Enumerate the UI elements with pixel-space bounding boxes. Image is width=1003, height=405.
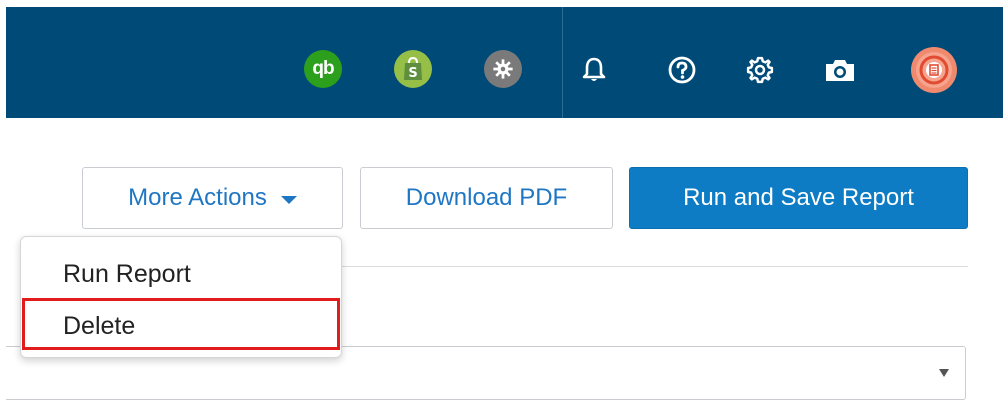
app-settings-icon[interactable]: [484, 50, 522, 88]
section-divider: [340, 266, 968, 267]
help-shape: [668, 56, 696, 84]
run-and-save-report-button[interactable]: Run and Save Report: [629, 167, 968, 229]
bell-icon[interactable]: [577, 53, 611, 87]
svg-text:S: S: [408, 66, 417, 81]
download-pdf-button[interactable]: Download PDF: [360, 167, 613, 229]
shopify-bag-shape: S: [404, 56, 422, 81]
shopify-icon[interactable]: S: [394, 50, 432, 88]
quickbooks-icon-glyph: qb: [312, 58, 334, 79]
avatar-logo-shape: [916, 52, 952, 88]
delete-highlight-box: [22, 298, 340, 350]
download-pdf-label: Download PDF: [405, 184, 568, 211]
run-and-save-report-label: Run and Save Report: [683, 184, 914, 211]
topbar-divider: [562, 7, 563, 118]
camera-icon[interactable]: [823, 53, 857, 87]
help-icon[interactable]: [665, 53, 699, 87]
chevron-down-icon: [280, 195, 297, 204]
menu-item-label: Run Report: [63, 259, 191, 288]
cog-shape: [493, 59, 513, 79]
user-avatar-icon[interactable]: [911, 47, 957, 93]
more-actions-label: More Actions: [128, 184, 267, 211]
menu-item-run-report[interactable]: Run Report: [21, 249, 341, 299]
camera-shape: [826, 60, 854, 81]
bell-shape: [582, 57, 606, 81]
more-actions-button[interactable]: More Actions: [82, 167, 343, 229]
gear-shape: [746, 56, 774, 84]
quickbooks-icon[interactable]: qb: [304, 50, 342, 88]
gear-icon[interactable]: [743, 53, 777, 87]
top-navigation-bar: qb S: [6, 7, 1003, 118]
select-arrow-icon: [939, 369, 949, 377]
